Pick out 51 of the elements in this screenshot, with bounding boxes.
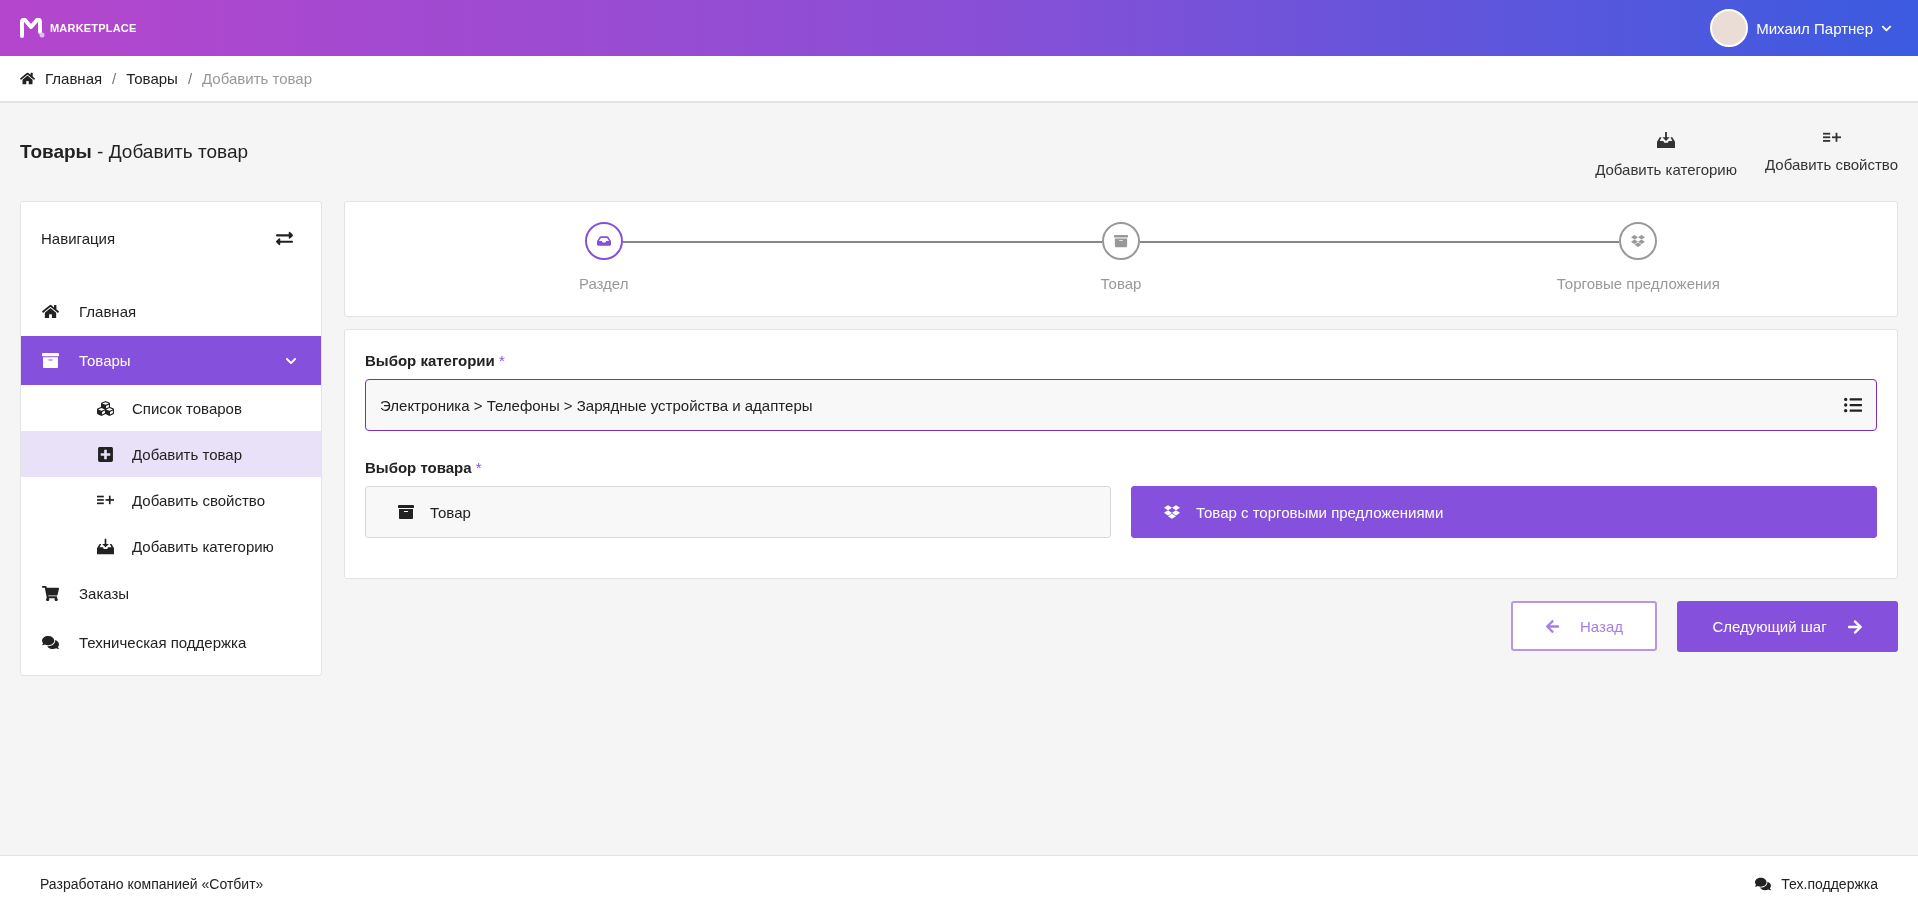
sidebar-subitem[interactable]: Добавить товар — [21, 431, 321, 477]
sidebar-item[interactable]: Техническая поддержка — [21, 618, 321, 667]
home-icon — [41, 303, 59, 320]
sidebar-subitem[interactable]: Добавить категорию — [21, 523, 321, 569]
toolbar-action-button[interactable]: Добавить категорию — [1595, 131, 1737, 178]
footer-credit: Разработано компанией «Сотбит» — [40, 876, 264, 892]
breadcrumb-link[interactable]: Главная — [45, 70, 103, 87]
logo-icon — [20, 18, 46, 38]
boxes-icon — [1631, 234, 1646, 248]
cubes-icon — [96, 399, 114, 417]
field-label: Выбор категории * — [365, 352, 506, 369]
sidebar-item[interactable]: Заказы — [21, 569, 321, 618]
cart-icon — [41, 585, 59, 602]
arrow-right-icon — [1846, 618, 1863, 635]
archive-box-icon — [1114, 234, 1128, 248]
breadcrumb-separator: / — [187, 70, 193, 87]
tray-download-icon — [96, 537, 114, 555]
step-label: Торговые предложения — [1556, 275, 1720, 292]
boxes-icon — [1164, 504, 1180, 520]
field-label: Выбор товара * — [365, 459, 483, 476]
tray-download-icon — [1657, 131, 1676, 149]
list-plus-icon — [1822, 131, 1841, 144]
avatar — [1710, 9, 1749, 47]
sidebar-item[interactable]: Главная — [21, 287, 321, 336]
toolbar-action-button[interactable]: Добавить свойство — [1765, 131, 1898, 178]
step-label: Раздел — [578, 275, 629, 292]
sidebar-subitem[interactable]: Список товаров — [21, 385, 321, 431]
page-title: Товары - Добавить товар — [20, 141, 249, 163]
category-select-field[interactable]: Электроника > Телефоны > Зарядные устройства и адаптеры — [365, 379, 1877, 431]
inbox-icon — [596, 234, 611, 248]
support-link[interactable]: Тех.поддержка — [1755, 876, 1878, 892]
next-step-button[interactable]: Следующий шаг — [1677, 601, 1898, 652]
sidebar-title: Навигация — [41, 230, 116, 247]
breadcrumb-separator: / — [112, 70, 117, 87]
step-label: Товар — [1100, 275, 1142, 292]
product-type-option[interactable]: Товар — [365, 486, 1111, 538]
user-menu[interactable]: Михаил Партнер — [1710, 9, 1892, 47]
archive-box-icon — [41, 352, 59, 369]
archive-box-icon — [398, 504, 414, 520]
chat-icon — [41, 634, 59, 651]
logo-text: MARKETPLACE — [50, 22, 137, 34]
home-icon[interactable] — [20, 71, 35, 86]
list-plus-icon — [96, 494, 114, 506]
sidebar-item[interactable]: Товары — [21, 336, 321, 385]
breadcrumb-link[interactable]: Товары — [126, 70, 178, 87]
list-icon — [1844, 396, 1862, 414]
arrow-left-icon — [1545, 618, 1560, 634]
product-type-option[interactable]: Товар с торговыми предложениями — [1131, 486, 1877, 538]
chat-icon — [1755, 876, 1772, 892]
swap-arrows-icon[interactable] — [276, 230, 293, 247]
sidebar-subitem[interactable]: Добавить свойство — [21, 477, 321, 523]
